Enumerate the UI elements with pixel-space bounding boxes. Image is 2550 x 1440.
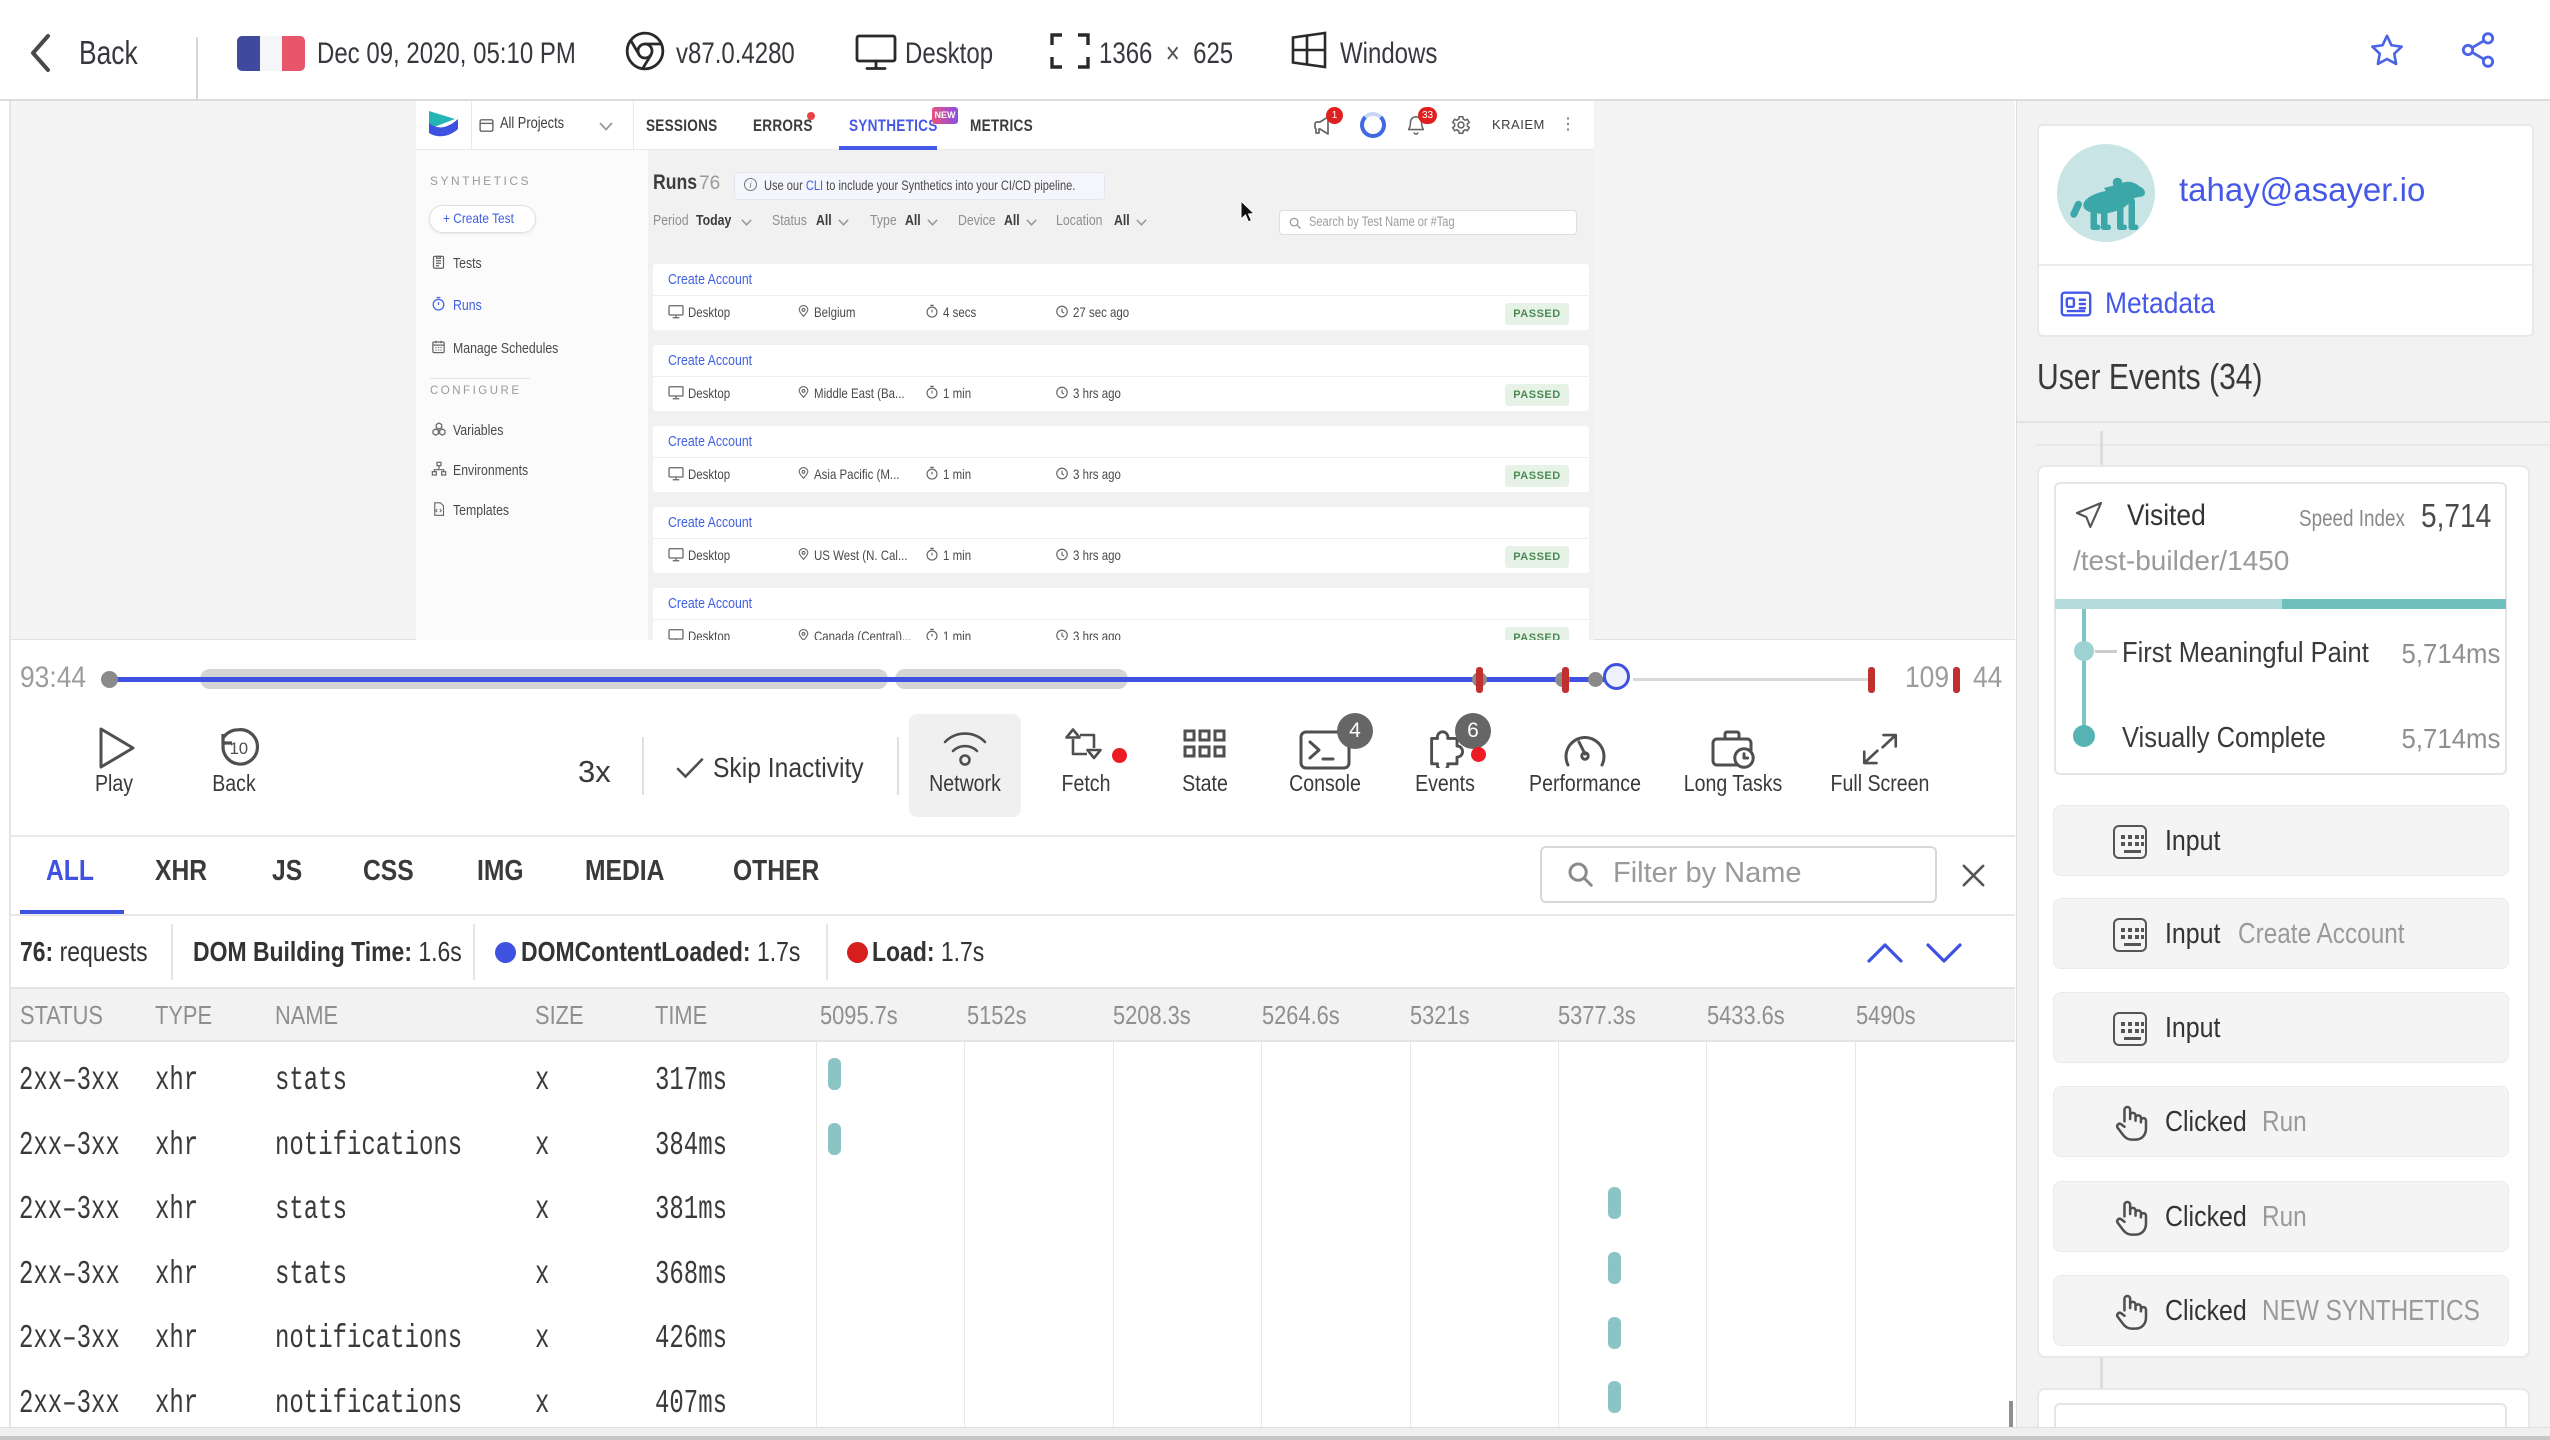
svg-text:10: 10 bbox=[229, 739, 248, 758]
